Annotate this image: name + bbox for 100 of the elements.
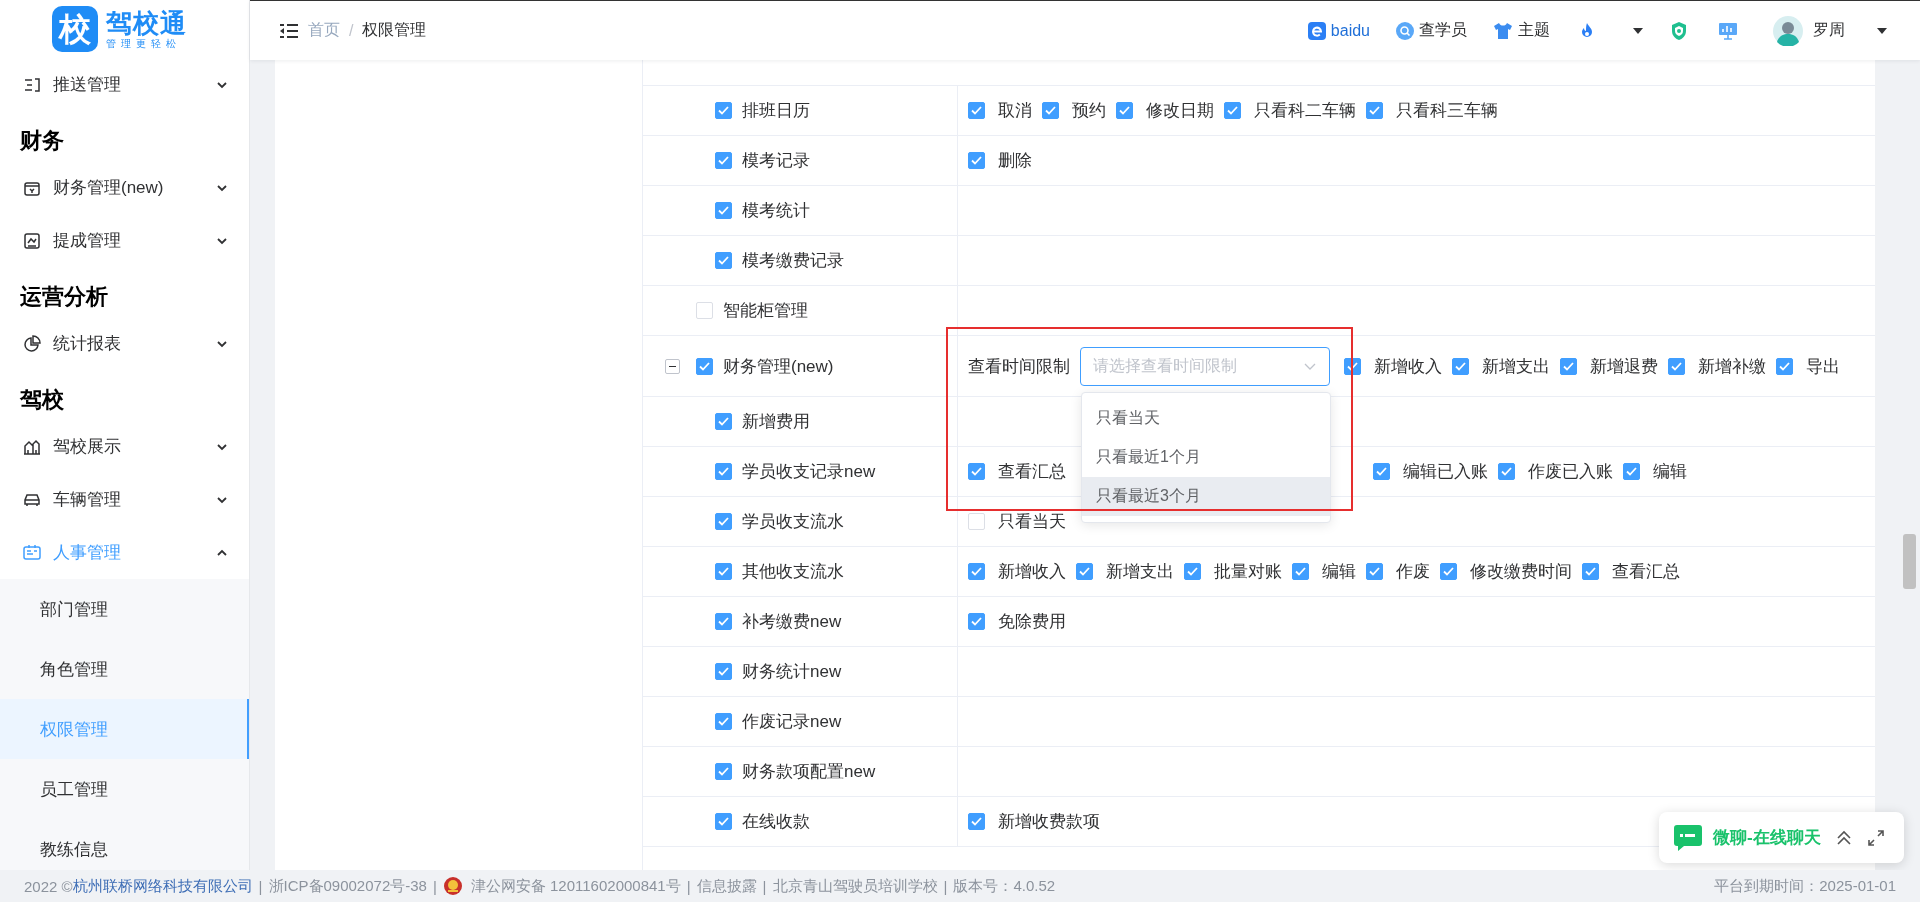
checkbox[interactable]: 修改缴费时间 [1440,560,1572,583]
check-icon [1295,567,1306,576]
menu-item[interactable]: 统计报表 [0,317,249,370]
checkbox[interactable]: 取消 [968,99,1032,122]
menu-item[interactable]: 车辆管理 [0,473,249,526]
logo-badge: 校 [52,6,98,52]
checkbox[interactable]: 新增收入 [968,560,1066,583]
checkbox[interactable]: 查看汇总 [1582,560,1680,583]
footer-separator: | [943,877,948,895]
checkbox[interactable]: 免除费用 [968,610,1066,633]
checkbox[interactable]: 编辑已入账 [1373,460,1488,483]
check-icon [1119,106,1130,115]
check-icon [718,417,729,426]
check-icon [1187,567,1198,576]
check-icon [1563,361,1574,371]
caret-icon[interactable] [1632,26,1644,35]
footer-separator: | [258,877,263,895]
check-icon [718,817,729,826]
company-link[interactable]: 杭州联桥网络科技有限公司 [72,876,253,896]
checkbox[interactable]: 模考统计 [715,199,810,222]
scrollbar-thumb[interactable] [1903,534,1916,589]
checkbox[interactable]: 财务管理(new) [696,354,834,378]
checkbox[interactable]: 只看当天 [968,510,1066,533]
chart-board-icon [22,230,42,251]
checkbox[interactable]: 编辑 [1292,560,1356,583]
expand-icon[interactable] [1866,828,1885,847]
breadcrumb-separator: / [349,21,354,40]
submenu-item[interactable]: 教练信息 [0,819,249,870]
checkbox[interactable]: 新增支出 [1452,354,1550,378]
check-icon [1443,567,1454,576]
toolbar-link[interactable]: baidu [1307,21,1370,40]
footer-separator: | [686,877,691,895]
checkbox[interactable]: 作废记录new [715,710,842,733]
toolbar-link[interactable]: 主题 [1493,20,1550,41]
checkbox[interactable]: 新增费用 [715,410,810,433]
checkbox[interactable]: 作废 [1366,560,1430,583]
avatar[interactable] [1773,15,1803,46]
checkbox[interactable]: 学员收支流水 [715,510,844,533]
menu-item[interactable]: 推送管理 [0,58,249,111]
dropdown-option[interactable]: 只看最近3个月 [1082,476,1330,516]
checkbox[interactable]: 新增收费款项 [968,810,1100,833]
menu-item[interactable]: 驾校展示 [0,420,249,473]
checkbox[interactable]: 新增支出 [1076,560,1174,583]
shirt-icon [1493,21,1513,40]
menu-group-heading: 财务 [19,127,65,155]
checkbox[interactable]: 财务统计new [715,660,842,683]
check-icon [718,617,729,626]
menu-group-heading: 驾校 [19,386,65,414]
checkbox[interactable]: 查看汇总 [968,460,1066,483]
sidebar-toggle-icon[interactable] [279,21,299,40]
checkbox[interactable]: 智能柜管理 [696,299,808,322]
user-name[interactable]: 罗周 [1813,20,1845,41]
checkbox[interactable]: 修改日期 [1116,99,1214,122]
caret-icon[interactable] [1876,26,1888,35]
submenu-item[interactable]: 部门管理 [0,579,249,639]
checkbox[interactable]: 财务款项配置new [715,760,876,783]
checkbox[interactable]: 学员收支记录new [715,460,876,483]
menu-item[interactable]: 提成管理 [0,214,249,267]
collapse-toggle[interactable] [665,358,680,374]
check-icon [1045,106,1056,115]
checkbox[interactable]: 删除 [968,149,1032,172]
checkbox[interactable]: 其他收支流水 [715,560,844,583]
check-icon [718,467,729,476]
checkbox[interactable]: 导出 [1776,354,1840,378]
checkbox[interactable]: 编辑 [1623,460,1687,483]
checkbox[interactable]: 只看科二车辆 [1224,99,1356,122]
check-icon [1501,467,1512,476]
submenu-item[interactable]: 员工管理 [0,759,249,819]
id-card-icon [22,542,42,563]
check-icon [699,361,710,371]
check-icon [718,517,729,526]
check-icon [718,106,729,115]
checkbox[interactable]: 只看科三车辆 [1366,99,1498,122]
check-icon [1376,467,1387,476]
toolbar-link[interactable]: 查学员 [1396,20,1467,41]
checkbox[interactable]: 新增收入 [1344,354,1442,378]
checkbox[interactable]: 排班日历 [715,99,810,122]
check-icon [971,567,982,576]
search-icon [1396,21,1414,40]
dropdown-option[interactable]: 只看当天 [1082,398,1330,438]
check-icon [718,767,729,776]
check-icon [1369,567,1380,576]
check-icon [718,156,729,165]
checkbox[interactable]: 新增退费 [1560,354,1658,378]
check-icon [1347,361,1358,371]
checkbox[interactable]: 新增补缴 [1668,354,1766,378]
checkbox[interactable]: 预约 [1042,99,1106,122]
check-icon [1079,567,1090,576]
check-icon [718,567,729,576]
checkbox[interactable]: 在线收款 [715,810,810,833]
checkbox[interactable]: 作废已入账 [1498,460,1613,483]
checkbox[interactable]: 模考缴费记录 [715,249,844,272]
checkbox[interactable]: 批量对账 [1184,560,1282,583]
checkbox[interactable]: 模考记录 [715,149,810,172]
pie-chart-icon [22,333,42,354]
dropdown-option[interactable]: 只看最近1个月 [1082,437,1330,477]
submenu-item[interactable]: 角色管理 [0,639,249,699]
checkbox[interactable]: 补考缴费new [715,610,842,633]
check-icon [1369,106,1380,115]
menu-item[interactable]: 财务管理(new) [0,161,249,214]
